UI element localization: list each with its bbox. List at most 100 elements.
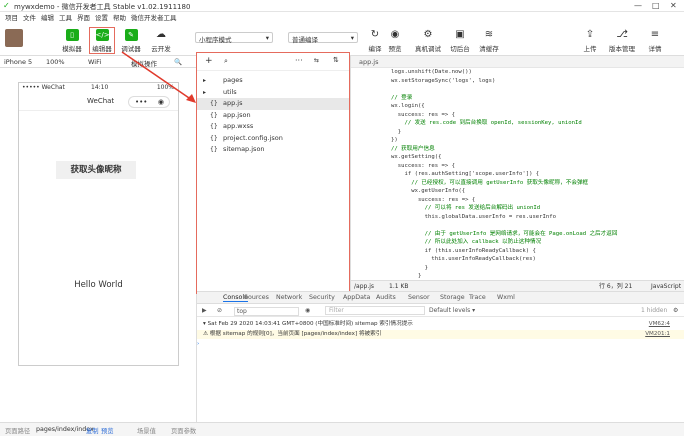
- code-line: // 所以此处加入 callback 以防止这种情况: [391, 239, 542, 245]
- compile-select[interactable]: 普通编译 ▾: [288, 32, 358, 44]
- phone-screen: ••••• WeChat 14:10 100% WeChat ••• ◉ 获取头…: [18, 82, 179, 366]
- file-item[interactable]: ▸ utils: [197, 87, 349, 99]
- menu-item-file[interactable]: 文件: [23, 12, 36, 24]
- code-line: wx.setStorageSync('logs', logs): [391, 77, 496, 84]
- code-line: wx.getUserInfo({: [391, 188, 466, 194]
- menu-item-edit[interactable]: 编辑: [41, 12, 54, 24]
- log-source-link[interactable]: VM201:1: [645, 330, 670, 339]
- version-icon: ⎇: [616, 29, 628, 40]
- simulator-button[interactable]: ▯ 模拟器: [57, 29, 87, 53]
- get-userinfo-button[interactable]: 获取头像昵称: [56, 161, 136, 179]
- devtools-tab[interactable]: Security: [309, 294, 335, 301]
- menu-bar: 项目 文件 编辑 工具 界面 设置 帮助 微信开发者工具: [0, 12, 684, 24]
- remote-debug-button[interactable]: ⚙ 真机调试: [413, 29, 443, 53]
- log-source-link[interactable]: VM62:4: [649, 320, 670, 329]
- code-area[interactable]: logs.unshift(Date.now()) wx.setStorageSyn…: [391, 68, 681, 280]
- minimize-icon[interactable]: —: [634, 1, 642, 10]
- context-select[interactable]: top: [234, 307, 299, 316]
- scene-value[interactable]: 场景值: [137, 426, 156, 435]
- folder-icon: ▸: [203, 77, 207, 84]
- search-icon[interactable]: ⌕: [224, 57, 228, 66]
- wechat-logo-icon: ✓: [3, 1, 10, 10]
- devtools-tab[interactable]: AppData: [343, 294, 370, 301]
- nav-title: WeChat: [87, 97, 115, 105]
- filter-input[interactable]: Filter: [325, 306, 425, 315]
- zoom-select[interactable]: 100%: [46, 58, 65, 66]
- file-name: utils: [223, 87, 237, 96]
- file-item[interactable]: {} app.wxss: [197, 121, 349, 133]
- preview-link[interactable]: 预览: [101, 426, 114, 435]
- clear-icon[interactable]: ⊘: [217, 307, 222, 314]
- log-entry: ▾ Sat Feb 29 2020 14:03:41 GMT+0800 (中国标…: [197, 320, 684, 329]
- editor-highlight: [89, 27, 115, 54]
- devtools-tab[interactable]: Audits: [376, 294, 396, 301]
- devtools-console: Console Sources Network Security AppData Audi…: [197, 291, 684, 422]
- editor-tab-bar: app.js: [351, 56, 684, 68]
- debug-icon: ✎: [124, 29, 138, 41]
- file-item[interactable]: {} app.js: [197, 98, 349, 110]
- chevron-down-icon: ▾: [350, 34, 354, 42]
- close-icon[interactable]: ✕: [670, 1, 677, 10]
- js-icon: {}: [210, 100, 218, 107]
- devtools-tab[interactable]: Storage: [440, 294, 465, 301]
- bottom-status-bar: 页面路径 pages/index/index 复制 预览 场景值 页面参数: [0, 422, 684, 436]
- version-button[interactable]: ⎇ 版本管理: [607, 29, 637, 53]
- add-icon[interactable]: +: [205, 56, 213, 66]
- maximize-icon[interactable]: □: [652, 1, 660, 10]
- phone-icon: ▯: [65, 29, 79, 41]
- network-select[interactable]: WiFi: [88, 58, 101, 66]
- menu-item-tools[interactable]: 工具: [59, 12, 72, 24]
- file-item[interactable]: {} project.config.json: [197, 133, 349, 145]
- devtools-tab[interactable]: Network: [276, 294, 302, 301]
- json-icon: {}: [210, 146, 218, 153]
- menu-item-settings[interactable]: 设置: [95, 12, 108, 24]
- details-button[interactable]: ≡ 详情: [640, 29, 670, 53]
- code-line: success: res => {: [391, 196, 476, 203]
- levels-select[interactable]: Default levels ▾: [429, 307, 475, 314]
- run-icon[interactable]: ▶: [202, 307, 207, 314]
- devtools-tab[interactable]: Sources: [244, 294, 269, 301]
- code-line: // 可以将 res 发送给后台解码出 unionId: [391, 205, 541, 211]
- file-name: project.config.json: [223, 133, 283, 142]
- preview-button[interactable]: ◉ 预览: [380, 29, 410, 53]
- background-button[interactable]: ▣ 切后台: [445, 29, 475, 53]
- devtools-tabs: Console Sources Network Security AppData Audi…: [197, 292, 684, 304]
- mode-select[interactable]: 小程序模式 ▾: [195, 32, 273, 44]
- avatar[interactable]: [5, 29, 23, 47]
- menu-item-devtools[interactable]: 微信开发者工具: [131, 12, 177, 24]
- file-item[interactable]: {} sitemap.json: [197, 144, 349, 156]
- page-params[interactable]: 页面参数: [171, 426, 196, 435]
- clear-cache-button[interactable]: ≋ 清缓存: [474, 29, 504, 53]
- devtools-tab[interactable]: Trace: [469, 294, 486, 301]
- menu-item-project[interactable]: 项目: [5, 12, 18, 24]
- code-line: }): [391, 137, 398, 143]
- more-icon[interactable]: ···: [295, 56, 303, 65]
- upload-button[interactable]: ⇪ 上传: [575, 29, 605, 53]
- title-bar: ✓ mywxdemo - 微信开发者工具 Stable v1.02.191118…: [0, 0, 684, 12]
- device-select[interactable]: iPhone 5: [4, 58, 32, 66]
- code-editor: app.js logs.unshift(Date.now()) wx.setSto…: [350, 56, 684, 291]
- menu-item-view[interactable]: 界面: [77, 12, 90, 24]
- menu-item-help[interactable]: 帮助: [113, 12, 126, 24]
- console-prompt[interactable]: ›: [197, 340, 684, 349]
- collapse-icon[interactable]: ⇆: [314, 57, 319, 64]
- devtools-tab[interactable]: Sensor: [408, 294, 430, 301]
- file-name: pages: [223, 76, 243, 84]
- code-line: }: [391, 264, 429, 271]
- json-icon: {}: [210, 134, 218, 142]
- code-line: if (res.authSetting['scope.userInfo']) {: [391, 171, 540, 177]
- gear-icon[interactable]: ⚙: [673, 307, 678, 314]
- tab-app-js[interactable]: app.js: [359, 58, 379, 66]
- file-name: app.wxss: [223, 122, 254, 130]
- eye-icon[interactable]: ◉: [305, 307, 310, 314]
- devtools-tab[interactable]: Wxml: [497, 294, 515, 301]
- sort-icon[interactable]: ⇅: [333, 56, 339, 64]
- chevron-down-icon: ▾: [265, 34, 269, 42]
- copy-link[interactable]: 复制: [86, 426, 99, 435]
- file-item[interactable]: {} app.json: [197, 110, 349, 122]
- hello-text: Hello World: [74, 280, 123, 290]
- annotation-arrow: [121, 51, 196, 103]
- file-explorer: + ⌕ ··· ⇆ ⇅ ▸ pages ▸ utils {} app.js {} app.js…: [196, 52, 350, 294]
- file-item[interactable]: ▸ pages: [197, 75, 349, 87]
